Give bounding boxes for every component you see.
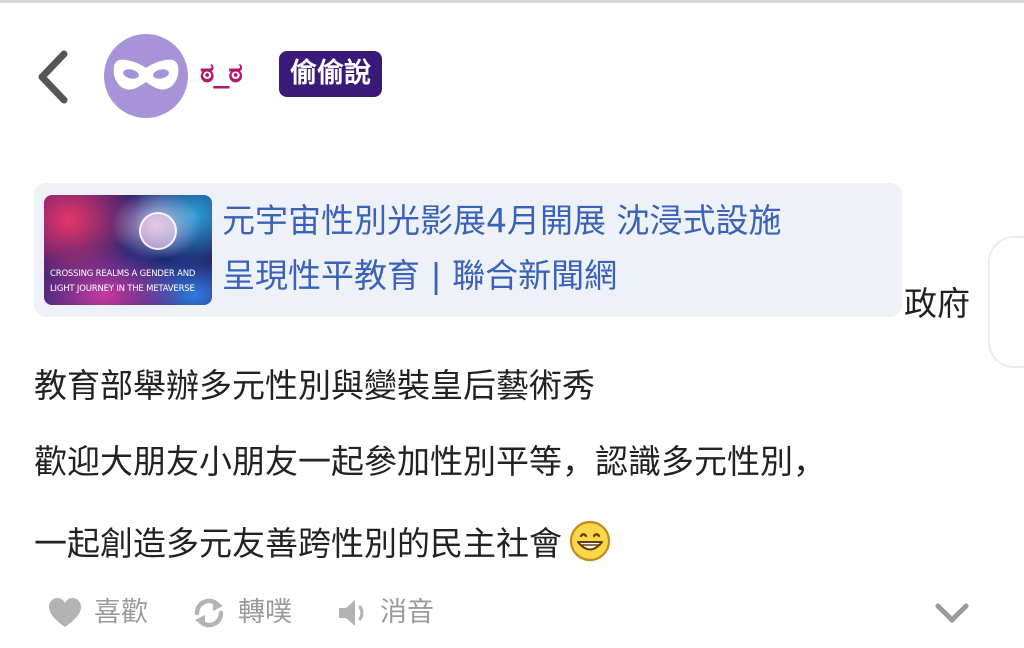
repost-label: 轉噗 — [238, 597, 292, 628]
chevron-down-icon — [935, 603, 969, 623]
repost-icon — [194, 598, 224, 628]
qualifier-badge: 偷偷說 — [279, 51, 382, 97]
post-header: ಠ_ಠ 偷偷說 — [0, 30, 1024, 122]
like-label: 喜歡 — [94, 597, 148, 628]
side-panel-edge — [988, 236, 1024, 368]
link-title-line: 元宇宙性別光影展4月開展 沈浸式設施 — [222, 201, 782, 240]
repost-button[interactable]: 轉噗 — [192, 590, 302, 636]
post-body: 教育部舉辦多元性別與變裝皇后藝術秀 歡迎大朋友小朋友一起參加性別平等，認識多元性… — [34, 367, 984, 609]
speaker-icon — [339, 600, 364, 626]
post-text-fragment: 政府 — [904, 284, 970, 323]
grinning-face-icon — [568, 519, 612, 571]
link-preview-card[interactable]: CROSSING REALMS A GENDER AND LIGHT JOURN… — [34, 183, 902, 317]
link-thumbnail: CROSSING REALMS A GENDER AND LIGHT JOURN… — [44, 195, 212, 305]
avatar[interactable] — [104, 34, 188, 118]
mute-label: 消音 — [380, 597, 434, 628]
post-line: 一起創造多元友善跨性別的民主社會 — [34, 519, 984, 571]
post-actions: 喜歡 轉噗 消音 — [0, 590, 1024, 640]
thumbnail-caption-line: CROSSING REALMS A GENDER AND — [50, 269, 196, 279]
thumbnail-caption: CROSSING REALMS A GENDER AND LIGHT JOURN… — [50, 267, 210, 297]
username[interactable]: ಠ_ಠ — [200, 54, 243, 94]
flower-emblem-icon — [139, 212, 177, 250]
mask-icon — [113, 59, 179, 90]
post-line: 教育部舉辦多元性別與變裝皇后藝術秀 — [34, 366, 595, 405]
thumbnail-caption-line: LIGHT JOURNEY IN THE METAVERSE — [50, 284, 195, 294]
link-title-line: 呈現性平教育 | 聯合新聞網 — [222, 256, 618, 295]
expand-button[interactable] — [932, 598, 972, 628]
back-button[interactable] — [30, 48, 74, 106]
like-button[interactable]: 喜歡 — [48, 590, 158, 636]
mute-button[interactable]: 消音 — [336, 590, 446, 636]
heart-icon — [49, 598, 81, 627]
link-title[interactable]: 元宇宙性別光影展4月開展 沈浸式設施 呈現性平教育 | 聯合新聞網 — [222, 193, 892, 303]
post-line: 歡迎大朋友小朋友一起參加性別平等，認識多元性別， — [34, 442, 826, 481]
chevron-left-icon — [38, 50, 68, 104]
top-divider — [0, 0, 1024, 3]
post-line-text: 一起創造多元友善跨性別的民主社會 — [34, 524, 562, 563]
